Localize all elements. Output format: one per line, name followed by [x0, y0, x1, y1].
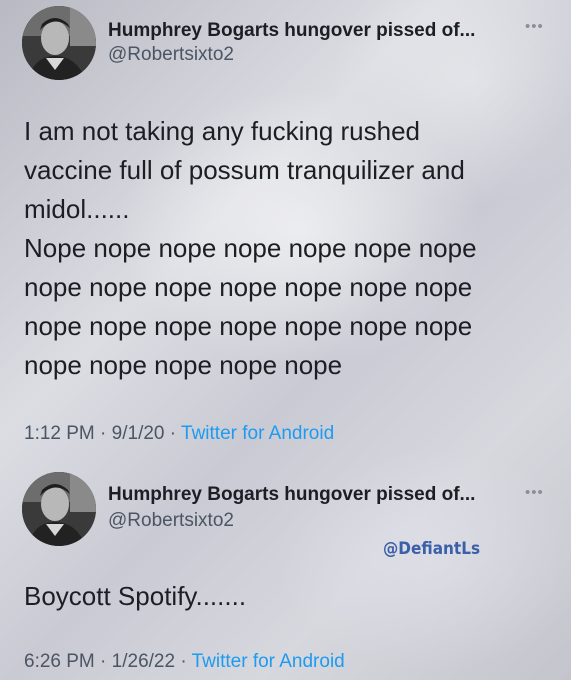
avatar-photo [22, 472, 96, 546]
tweet-2[interactable]: Humphrey Bogarts hungover pissed of... @… [0, 0, 571, 680]
watermark-text: @DefiantLs [383, 539, 481, 559]
tweet-date[interactable]: 1/26/22 [112, 651, 175, 672]
tweet-text-line: Boycott Spotify....... [24, 581, 247, 611]
author-display-name[interactable]: Humphrey Bogarts hungover pissed of... [108, 484, 475, 506]
avatar[interactable] [22, 472, 96, 546]
tweet-text: Boycott Spotify....... [24, 577, 554, 616]
tweet-meta: 6:26 PM · 1/26/22 · Twitter for Android [24, 651, 345, 673]
author-handle[interactable]: @Robertsixto2 [108, 510, 234, 532]
more-options-icon[interactable]: ••• [525, 484, 544, 501]
tweet-time[interactable]: 6:26 PM [24, 651, 95, 672]
tweet-source-link[interactable]: Twitter for Android [192, 651, 345, 672]
meta-separator: · [100, 651, 107, 672]
meta-separator: · [180, 651, 187, 672]
